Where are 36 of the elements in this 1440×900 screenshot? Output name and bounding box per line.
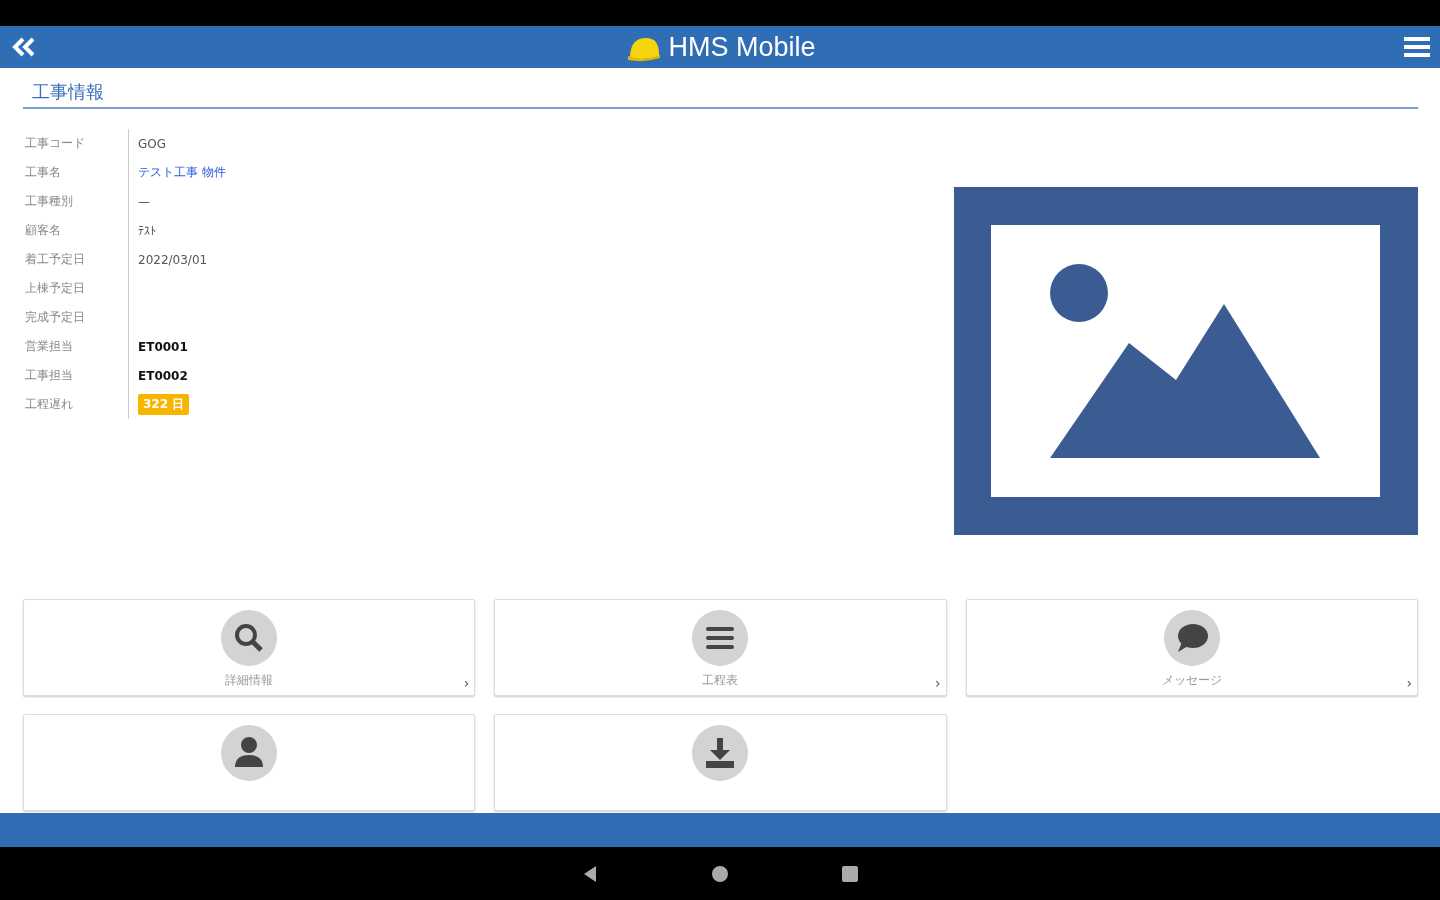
list-icon — [692, 610, 749, 666]
person-icon — [221, 725, 278, 781]
image-placeholder-icon — [954, 187, 1418, 535]
field-label: 工事名 — [25, 165, 61, 179]
download-icon — [692, 725, 749, 781]
recents-nav-icon[interactable] — [840, 863, 860, 884]
section-title: 工事情報 — [23, 76, 1418, 109]
field-label: 工事コード — [25, 136, 85, 150]
field-label: 営業担当 — [25, 339, 73, 353]
field-value: GOG — [138, 136, 167, 151]
field-label: 上棟予定日 — [25, 281, 85, 295]
field-value: ET0001 — [138, 339, 188, 354]
field-value: ﾃｽﾄ — [138, 223, 156, 238]
menu-icon — [1404, 35, 1430, 59]
field-label: 工程遅れ — [25, 397, 73, 411]
home-nav-icon[interactable] — [710, 863, 730, 884]
field-label: 着工予定日 — [25, 252, 85, 266]
delay-badge: 322 日 — [138, 394, 190, 415]
menu-card[interactable]: 詳細情報 › — [23, 599, 476, 696]
app-title: HMS Mobile — [668, 31, 816, 63]
chevron-icon: › — [935, 675, 941, 691]
chat-icon — [1163, 610, 1220, 666]
field-value: — — [138, 194, 150, 209]
field-label: 顧客名 — [25, 223, 61, 237]
chevron-icon: › — [1406, 675, 1412, 691]
menu-button[interactable] — [1404, 35, 1430, 59]
menu-card[interactable]: メッセージ › — [965, 599, 1418, 696]
chevron-icon: › — [463, 675, 470, 691]
field-link[interactable]: テスト工事 物件 — [138, 164, 226, 181]
field-label: 完成予定日 — [25, 310, 85, 324]
field-value: ET0002 — [138, 368, 188, 383]
field-label: 工事種別 — [25, 194, 73, 208]
menu-card[interactable]: 工程表 › — [494, 599, 947, 696]
search-icon — [221, 610, 278, 666]
field-label: 工事担当 — [25, 368, 73, 382]
field-value: 2022/03/01 — [138, 252, 208, 267]
